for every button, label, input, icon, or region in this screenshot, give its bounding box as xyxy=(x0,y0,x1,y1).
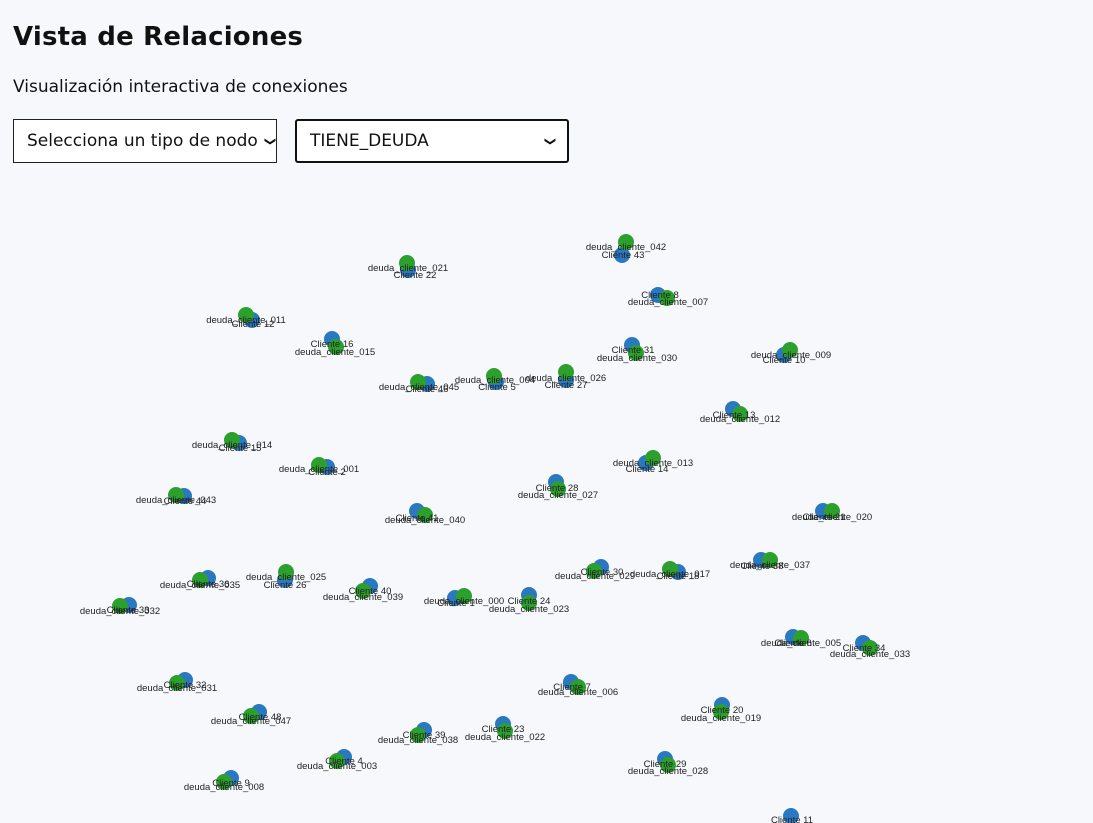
graph-node-label: deuda_cliente_011 xyxy=(206,315,286,326)
graph-node-label: deuda_cliente_001 xyxy=(279,464,359,475)
graph-node-label: deuda_cliente_014 xyxy=(192,440,272,451)
relation-graph[interactable]: Cliente 22Cliente 43Cliente 8Cliente 12C… xyxy=(0,180,1093,823)
graph-node-label: deuda_cliente_007 xyxy=(628,297,708,308)
graph-node-label: deuda_cliente_020 xyxy=(792,512,872,523)
graph-node-label: deuda_cliente_037 xyxy=(730,560,810,571)
graph-node-label: deuda_cliente_026 xyxy=(526,373,606,384)
graph-node-label: deuda_cliente_028 xyxy=(628,766,708,777)
graph-node-label: deuda_cliente_013 xyxy=(613,458,693,469)
relation-type-select[interactable]: TIENE_DEUDA ❯ xyxy=(295,119,569,163)
graph-node-label: deuda_cliente_003 xyxy=(297,761,377,772)
graph-node-label: deuda_cliente_022 xyxy=(465,732,545,743)
chevron-down-icon: ❯ xyxy=(263,136,277,146)
graph-node-label: deuda_cliente_038 xyxy=(378,735,458,746)
graph-node-label: deuda_cliente_042 xyxy=(586,242,666,253)
graph-node-label: deuda_cliente_015 xyxy=(295,347,375,358)
graph-node-label: deuda_cliente_019 xyxy=(681,713,761,724)
graph-node-label: deuda_cliente_030 xyxy=(597,353,677,364)
graph-node-label: deuda_cliente_040 xyxy=(385,515,465,526)
graph-node-label: deuda_cliente_027 xyxy=(518,490,598,501)
graph-node-label: deuda_cliente_045 xyxy=(379,382,459,393)
graph-node-label: deuda_cliente_004 xyxy=(455,375,535,386)
node-type-select-value: Selecciona un tipo de nodo xyxy=(27,131,258,151)
graph-node-label: deuda_cliente_029 xyxy=(555,571,635,582)
graph-node-label: deuda_cliente_008 xyxy=(184,782,264,793)
graph-node-label: deuda_cliente_047 xyxy=(211,716,291,727)
graph-node-label: deuda_cliente_012 xyxy=(700,414,780,425)
page-title: Vista de Relaciones xyxy=(13,22,304,52)
graph-node-label: deuda_cliente_021 xyxy=(368,263,448,274)
page-subtitle: Visualización interactiva de conexiones xyxy=(13,77,348,97)
graph-node-label: deuda_cliente_005 xyxy=(761,638,841,649)
graph-node-label: Cliente 11 xyxy=(771,815,813,823)
chevron-down-icon: ❯ xyxy=(543,136,557,146)
graph-node-label: deuda_cliente_009 xyxy=(751,350,831,361)
relation-type-select-value: TIENE_DEUDA xyxy=(310,131,429,151)
graph-node-label: deuda_cliente_023 xyxy=(489,604,569,615)
graph-node-label: deuda_cliente_035 xyxy=(160,580,240,591)
graph-node-label: deuda_cliente_039 xyxy=(323,592,403,603)
graph-node-label: deuda_cliente_032 xyxy=(80,606,160,617)
graph-node-label: deuda_cliente_017 xyxy=(630,569,710,580)
graph-node-label: deuda_cliente_033 xyxy=(830,649,910,660)
graph-node-label: deuda_cliente_025 xyxy=(246,572,326,583)
graph-node-label: deuda_cliente_043 xyxy=(136,495,216,506)
node-type-select[interactable]: Selecciona un tipo de nodo ❯ xyxy=(13,119,277,163)
graph-node-label: deuda_cliente_006 xyxy=(538,687,618,698)
graph-node-label: deuda_cliente_031 xyxy=(137,683,217,694)
